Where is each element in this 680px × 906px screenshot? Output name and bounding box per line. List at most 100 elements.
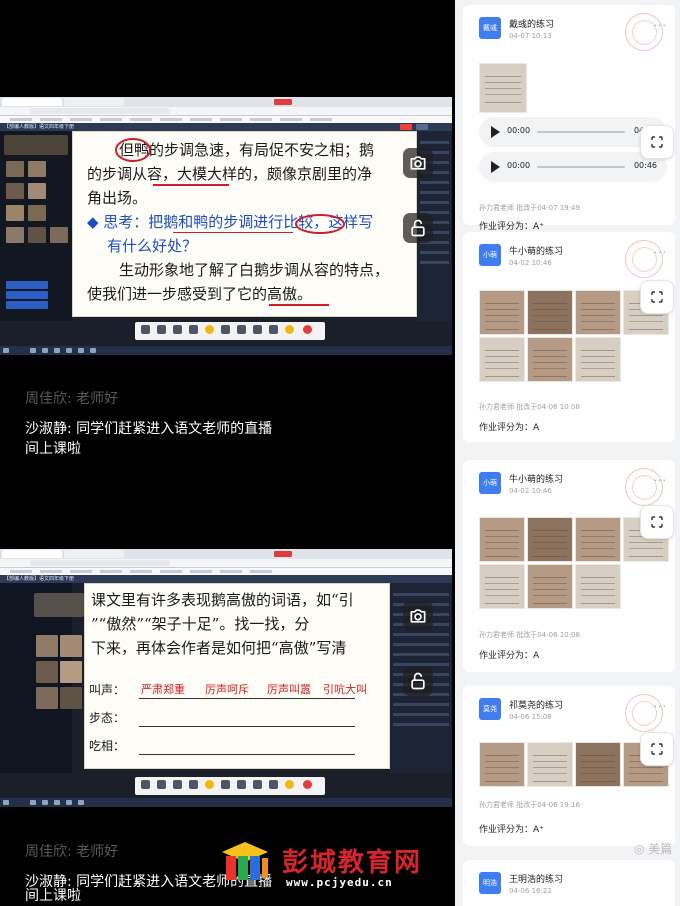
homework-photo[interactable] (479, 290, 525, 335)
browser-tab[interactable] (2, 98, 62, 106)
screenshot-icon (651, 516, 663, 528)
tool-icon[interactable] (141, 780, 150, 789)
student-video (28, 205, 46, 221)
tool-icon[interactable] (253, 780, 262, 789)
homework-title: 祁莫尧的练习 (509, 701, 564, 711)
audio-progress[interactable] (537, 131, 625, 133)
homework-card[interactable]: 小萌 牛小萌的练习 04-02 10:46 ··· 孙力君老师 批改于04-06… (463, 232, 675, 442)
address-bar[interactable] (0, 107, 452, 116)
browser-tab[interactable] (64, 550, 124, 558)
more-options-icon[interactable]: ··· (654, 246, 668, 259)
homework-photo[interactable] (527, 337, 573, 382)
bookmarks-bar (0, 116, 452, 123)
homework-photo[interactable] (575, 742, 621, 787)
camera-button[interactable] (403, 148, 433, 178)
homework-card[interactable]: 小萌 牛小萌的练习 04-02 10:46 ··· 孙力君老师 批改于04-06… (463, 460, 675, 672)
audio-progress[interactable] (537, 166, 625, 168)
lock-button[interactable] (403, 666, 433, 696)
homework-photo[interactable] (479, 63, 527, 113)
screenshot-button[interactable] (640, 732, 674, 766)
classroom-toolbar (135, 777, 325, 795)
camera-button[interactable] (403, 601, 433, 631)
lesson-slide-2: 课文里有许多表现鹅高傲的词语，如“引 ”“傲然”“架子十足”。找一找，分 下来，… (84, 583, 390, 769)
homework-photo[interactable] (575, 564, 621, 609)
tool-icon[interactable] (237, 780, 246, 789)
tool-icon[interactable] (157, 780, 166, 789)
tool-icon[interactable] (157, 325, 166, 334)
window-button[interactable] (416, 124, 428, 130)
homework-photo[interactable] (575, 517, 621, 562)
row-label: 吃相： (89, 739, 126, 753)
tool-icon[interactable] (189, 780, 198, 789)
browser-tab[interactable] (64, 98, 124, 106)
homework-photo[interactable] (527, 742, 573, 787)
chat-message-continued: 间上课啦 (25, 888, 81, 904)
homework-card[interactable]: 莫尧 祁莫尧的练习 04-06 15:08 ··· 孙力君老师 批改于04-06… (463, 686, 675, 846)
homework-photo[interactable] (575, 290, 621, 335)
lock-button[interactable] (403, 213, 433, 243)
slide-text-line: 角出场。 (87, 189, 148, 207)
tool-icon[interactable] (205, 325, 214, 334)
tool-icon[interactable] (173, 780, 182, 789)
audio-duration: 00:46 (633, 161, 657, 170)
tool-icon[interactable] (285, 780, 294, 789)
play-icon[interactable] (491, 126, 500, 138)
browser-tab[interactable] (2, 550, 62, 558)
audio-player[interactable]: 00:00 04:50 (479, 117, 667, 147)
homework-photo[interactable] (527, 517, 573, 562)
homework-photo[interactable] (479, 564, 525, 609)
slide-text-line: 的步调从容，大模大样的，颇像京剧里的净 (87, 165, 373, 183)
live-stream-column: 【部编人教版】语文四年级下册 但鸭的步调急速，有局促不安之相；鹅 的步调从容，大… (0, 0, 452, 906)
address-bar[interactable] (0, 559, 452, 568)
more-options-icon[interactable]: ··· (654, 700, 668, 713)
screenshot-icon (651, 136, 663, 148)
participant-video-column (0, 131, 72, 321)
tool-icon[interactable] (189, 325, 198, 334)
tool-icon[interactable] (173, 325, 182, 334)
screenshot-button[interactable] (640, 280, 674, 314)
tool-icon[interactable] (221, 780, 230, 789)
student-video (60, 661, 82, 683)
submit-date: 04-02 10:46 (509, 487, 552, 495)
avatar: 小萌 (479, 244, 501, 266)
end-class-button[interactable] (400, 124, 412, 130)
homework-card[interactable]: 明浩 王明浩的练习 04-06 16:22 (463, 860, 675, 906)
close-tool-icon[interactable] (303, 325, 312, 334)
app-name: 【部编人教版】语文四年级下册 (4, 576, 75, 582)
tool-icon[interactable] (285, 325, 294, 334)
avatar: 戴彧 (479, 17, 501, 39)
homework-card[interactable]: 戴彧 戴彧的练习 04-07 10:13 ··· 00:00 04:50 00:… (463, 5, 675, 232)
more-options-icon[interactable]: ··· (654, 474, 668, 487)
homework-photo[interactable] (479, 742, 525, 787)
student-video (28, 227, 46, 243)
browser-tab-bar (0, 97, 452, 107)
classroom-app-title-bar: 【部编人教版】语文四年级下册 (0, 123, 452, 131)
homework-photo[interactable] (479, 517, 525, 562)
homework-photo[interactable] (575, 337, 621, 382)
slide-question-line: 有什么好处？ (107, 237, 198, 255)
tool-icon[interactable] (205, 780, 214, 789)
annotation-underline (153, 184, 229, 186)
tool-icon[interactable] (269, 780, 278, 789)
more-options-icon[interactable]: ··· (654, 19, 668, 32)
tool-icon[interactable] (237, 325, 246, 334)
close-tool-icon[interactable] (303, 780, 312, 789)
audio-player[interactable]: 00:00 00:46 (479, 152, 667, 182)
review-info: 孙力君老师 批改于04-07 19:49 (479, 204, 580, 212)
tool-icon[interactable] (253, 325, 262, 334)
tool-icon[interactable] (269, 325, 278, 334)
homework-photo[interactable] (527, 564, 573, 609)
homework-photo[interactable] (479, 337, 525, 382)
annotation-circle (115, 138, 151, 162)
student-video (60, 687, 82, 709)
play-icon[interactable] (491, 161, 500, 173)
participant-button[interactable] (6, 281, 48, 289)
screenshot-button[interactable] (640, 125, 674, 159)
participant-button[interactable] (6, 291, 48, 299)
shared-screen-2: 【部编人教版】语文四年级下册 课文里有许多表现鹅高傲的词语，如“引 ”“傲然”“… (0, 549, 452, 807)
screenshot-button[interactable] (640, 505, 674, 539)
participant-button[interactable] (6, 301, 48, 309)
homework-photo[interactable] (527, 290, 573, 335)
tool-icon[interactable] (221, 325, 230, 334)
tool-icon[interactable] (141, 325, 150, 334)
